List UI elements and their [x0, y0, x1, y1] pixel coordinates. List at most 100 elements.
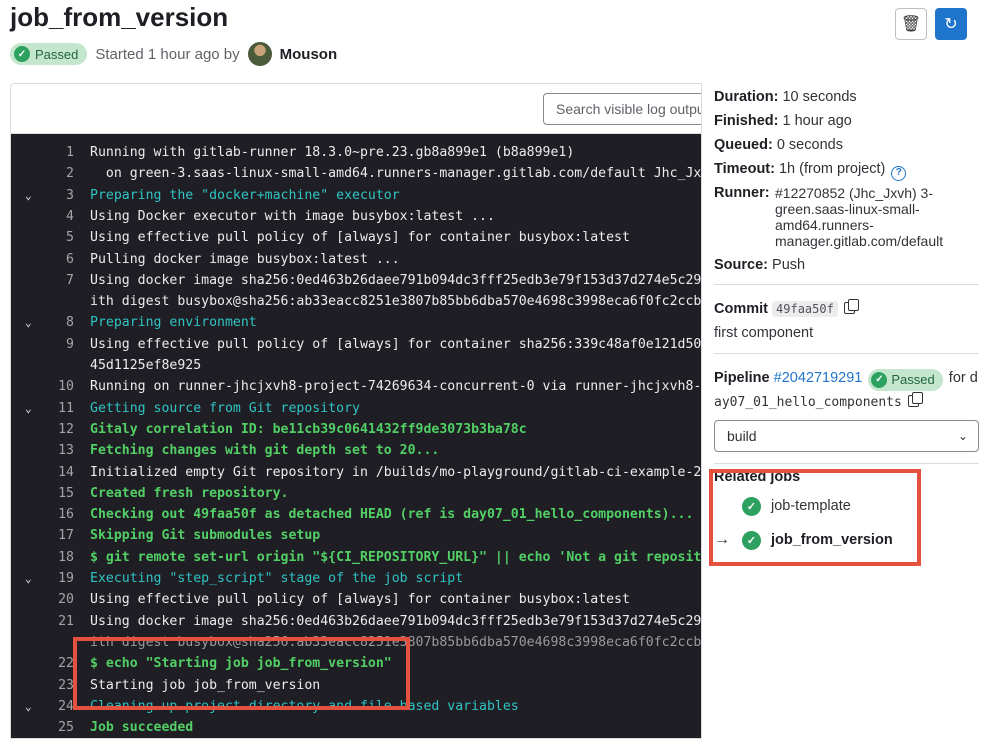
related-job-item[interactable]: ✓ job-template: [714, 494, 851, 518]
log-text: Initialized empty Git repository in /bui…: [90, 464, 702, 480]
log-line: 16 Checking out 49faa50f as detached HEAD…: [11, 504, 701, 525]
pipeline-link[interactable]: #2042719291: [774, 370, 863, 386]
line-number[interactable]: 11: [41, 398, 74, 419]
chevron-down-icon[interactable]: ⌄: [25, 568, 32, 589]
log-line: 14 Initialized empty Git repository in /b…: [11, 462, 702, 483]
avatar[interactable]: [247, 42, 272, 66]
line-number[interactable]: 23: [41, 675, 74, 696]
related-job-item-current[interactable]: → ✓ job_from_version: [714, 528, 893, 552]
job-meta: ✓ Passed Started 1 hour ago by Mouson: [10, 42, 337, 66]
pipeline-status-badge[interactable]: ✓ Passed: [868, 369, 943, 391]
log-line: 20 Using effective pull policy of [always…: [11, 589, 701, 610]
delete-button[interactable]: 🗑: [895, 8, 927, 40]
line-number[interactable]: 24: [41, 696, 74, 717]
log-line: 12 Gitaly correlation ID: be11cb39c064143…: [11, 419, 701, 440]
duration-row: Duration: 10 seconds: [714, 89, 857, 105]
line-number[interactable]: 8: [41, 312, 74, 333]
log-text: Using effective pull policy of [always] …: [90, 230, 630, 246]
divider: [714, 284, 979, 285]
log-line: 25 Job succeeded: [11, 717, 701, 738]
log-line: 2 on green-3.saas-linux-small-amd64.runn…: [11, 163, 701, 184]
source-row: Source: Push: [714, 257, 806, 273]
line-number[interactable]: 6: [41, 249, 74, 270]
log-line: 13 Fetching changes with git depth set to…: [11, 440, 701, 461]
log-text: ith digest busybox@sha256:ab33eacc8251e3…: [90, 294, 702, 310]
log-text: Running with gitlab-runner 18.3.0~pre.23…: [90, 145, 575, 160]
log-line: 45d1125ef8e925: [11, 355, 701, 376]
log-text: Using effective pull policy of [always] …: [90, 336, 702, 352]
line-number[interactable]: 10: [41, 376, 74, 397]
log-text: Starting job job_from_version: [90, 677, 321, 693]
line-number[interactable]: 12: [41, 419, 74, 440]
chevron-down-icon[interactable]: ⌄: [25, 185, 32, 206]
log-toolbar: Search visible log output: [11, 84, 701, 134]
check-circle-icon: ✓: [14, 46, 30, 62]
log-line: 15 Created fresh repository.: [11, 483, 701, 504]
line-number[interactable]: 20: [41, 589, 74, 610]
log-text: Fetching changes with git depth set to 2…: [90, 443, 440, 459]
search-input[interactable]: Search visible log output: [543, 93, 701, 125]
log-text: Using docker image sha256:0ed463b26daee7…: [90, 272, 702, 288]
pipeline-row: Pipeline #2042719291 ✓ Passed for d: [714, 369, 978, 391]
job-log-panel: Search visible log output 1 Running with …: [10, 83, 702, 739]
line-number[interactable]: 15: [41, 483, 74, 504]
page-title: job_from_version: [10, 2, 229, 32]
log-text: $ echo "Starting job job_from_version": [90, 656, 392, 672]
line-number[interactable]: 13: [41, 440, 74, 461]
chevron-down-icon[interactable]: ⌄: [25, 312, 32, 333]
line-number[interactable]: 19: [41, 568, 74, 589]
log-line: 7 Using docker image sha256:0ed463b26daee…: [11, 270, 702, 291]
line-number[interactable]: 14: [41, 462, 74, 483]
log-text: Pulling docker image busybox:latest ...: [90, 251, 400, 267]
arrow-right-icon: →: [714, 531, 730, 548]
started-text: Started 1 hour ago by: [95, 45, 240, 63]
log-line: 1 Running with gitlab-runner 18.3.0~pre.2…: [11, 142, 701, 163]
log-line: 5 Using effective pull policy of [always]…: [11, 227, 701, 248]
copy-icon[interactable]: [843, 299, 859, 314]
log-text: Using Docker executor with image busybox…: [90, 208, 495, 224]
log-line: 18 $ git remote set-url origin "${CI_REPO…: [11, 547, 701, 568]
log-text: Getting source from Git repository: [90, 400, 360, 416]
log-line: ⌄ 24 Cleaning up project directory and fil…: [11, 696, 701, 717]
line-number[interactable]: 5: [41, 227, 74, 248]
related-jobs-heading: Related jobs: [714, 469, 801, 485]
log-line: 10 Running on runner-jhcjxvh8-project-742…: [11, 376, 701, 397]
status-badge: ✓ Passed: [10, 43, 88, 65]
chevron-down-icon[interactable]: ⌄: [25, 696, 32, 717]
log-text: Preparing environment: [90, 315, 257, 331]
log-line: 23 Starting job job_from_version: [11, 675, 701, 696]
log-line: 6 Pulling docker image busybox:latest ...: [11, 249, 701, 270]
log-line: ⌄ 19 Executing "step_script" stage of the …: [11, 568, 701, 589]
stage-select[interactable]: build ⌄: [714, 420, 979, 452]
commit-sha-link[interactable]: 49faa50f: [772, 301, 838, 317]
log-text: Using effective pull policy of [always] …: [90, 592, 630, 608]
author-link[interactable]: Mouson: [280, 46, 338, 63]
line-number[interactable]: 3: [41, 185, 74, 206]
finished-row: Finished: 1 hour ago: [714, 113, 852, 129]
check-circle-icon: ✓: [742, 496, 761, 516]
log-text: ith digest busybox@sha256:ab33eacc8251e3…: [90, 634, 702, 650]
runner-row: Runner:: [714, 185, 770, 201]
line-number[interactable]: 7: [41, 270, 74, 291]
line-number[interactable]: 4: [41, 206, 74, 227]
help-icon[interactable]: ?: [891, 165, 907, 181]
copy-icon[interactable]: [907, 392, 923, 407]
line-number[interactable]: 22: [41, 653, 74, 674]
line-number[interactable]: 9: [41, 334, 74, 355]
line-number[interactable]: 16: [41, 504, 74, 525]
divider: [714, 353, 979, 354]
commit-message: first component: [714, 325, 814, 341]
line-number[interactable]: 17: [41, 525, 74, 546]
check-circle-icon: ✓: [871, 372, 888, 388]
retry-icon: ↻: [944, 16, 958, 33]
line-number[interactable]: 25: [41, 717, 74, 738]
log-line: 9 Using effective pull policy of [always]…: [11, 334, 702, 355]
log-text: Checking out 49faa50f as detached HEAD (…: [90, 507, 694, 523]
line-number[interactable]: 2: [41, 163, 74, 184]
chevron-down-icon[interactable]: ⌄: [25, 398, 32, 419]
retry-button[interactable]: ↻: [935, 8, 967, 40]
line-number[interactable]: 1: [41, 142, 74, 163]
chevron-down-icon: ⌄: [957, 429, 968, 443]
line-number[interactable]: 18: [41, 547, 74, 568]
line-number[interactable]: 21: [41, 611, 74, 632]
